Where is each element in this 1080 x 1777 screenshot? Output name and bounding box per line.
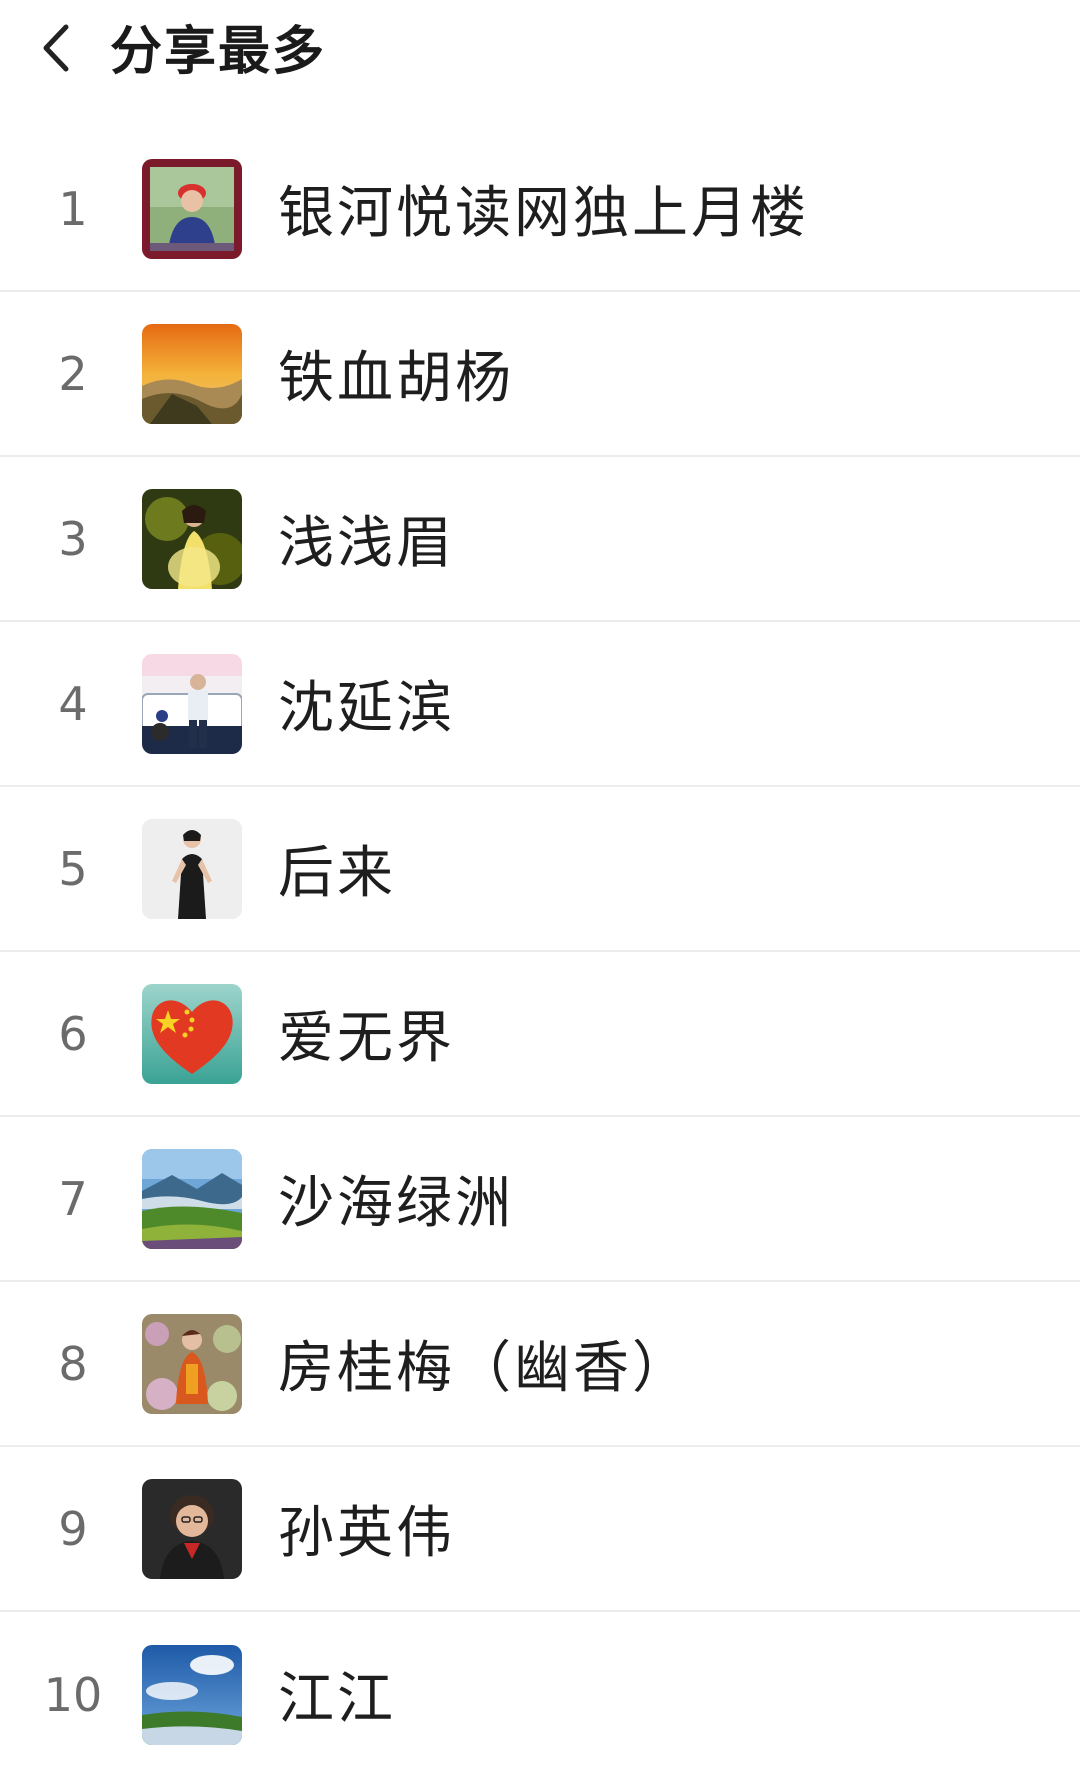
user-name: 沙海绿洲 — [278, 1171, 514, 1236]
avatar — [142, 158, 242, 259]
user-name: 浅浅眉 — [278, 511, 455, 576]
user-name: 铁血胡杨 — [278, 346, 514, 411]
user-name: 银河悦读网独上月楼 — [278, 181, 809, 246]
rank-number: 10 — [43, 1667, 103, 1722]
user-name: 江江 — [278, 1667, 396, 1732]
ranking-row[interactable]: 5 后来 — [0, 787, 1080, 952]
back-button[interactable] — [30, 20, 80, 80]
china-flag-heart-icon — [142, 983, 242, 1084]
ranking-row[interactable]: 2 铁血胡杨 — [0, 292, 1080, 457]
ranking-list: 1 银河悦读网独上月楼 2 铁血胡杨 3 浅浅眉 4 沈延滨 5 后来 6 爱无… — [0, 127, 1080, 1777]
avatar — [142, 1478, 242, 1579]
ranking-row[interactable]: 1 银河悦读网独上月楼 — [0, 127, 1080, 292]
avatar — [142, 488, 242, 589]
ranking-row[interactable]: 10 江江 — [0, 1612, 1080, 1777]
rank-number: 5 — [58, 841, 88, 896]
ranking-row[interactable]: 6 爱无界 — [0, 952, 1080, 1117]
header-bar: 分享最多 — [0, 0, 1080, 110]
rank-number: 4 — [58, 676, 88, 731]
avatar — [142, 1148, 242, 1249]
ranking-row[interactable]: 9 孙英伟 — [0, 1447, 1080, 1612]
avatar — [142, 323, 242, 424]
rank-number: 1 — [58, 181, 88, 236]
elderly-woman-portrait-icon — [142, 1478, 242, 1579]
woman-black-dress-icon — [142, 818, 242, 919]
ranking-row[interactable]: 3 浅浅眉 — [0, 457, 1080, 622]
user-name: 爱无界 — [278, 1006, 455, 1071]
avatar — [142, 653, 242, 754]
portrait-red-hat-icon — [142, 158, 242, 259]
great-wall-sunset-icon — [142, 323, 242, 424]
user-name: 房桂梅（幽香） — [278, 1336, 691, 1401]
rank-number: 2 — [58, 346, 88, 401]
man-by-car-icon — [142, 653, 242, 754]
rank-number: 3 — [58, 511, 88, 566]
ranking-row[interactable]: 7 沙海绿洲 — [0, 1117, 1080, 1282]
girl-yellow-dress-icon — [142, 488, 242, 589]
ranking-row[interactable]: 4 沈延滨 — [0, 622, 1080, 787]
rank-number: 7 — [58, 1171, 88, 1226]
blue-sky-field-icon — [142, 1644, 242, 1745]
avatar — [142, 1313, 242, 1414]
rank-number: 6 — [58, 1006, 88, 1061]
user-name: 沈延滨 — [278, 676, 455, 741]
avatar — [142, 1644, 242, 1745]
chevron-left-icon — [38, 23, 72, 77]
woman-in-flowers-icon — [142, 1313, 242, 1414]
avatar — [142, 818, 242, 919]
user-name: 孙英伟 — [278, 1501, 455, 1566]
rank-number: 8 — [58, 1336, 88, 1391]
ranking-row[interactable]: 8 房桂梅（幽香） — [0, 1282, 1080, 1447]
user-name: 后来 — [278, 841, 396, 906]
avatar — [142, 983, 242, 1084]
rank-number: 9 — [58, 1501, 88, 1556]
mountain-landscape-icon — [142, 1148, 242, 1249]
page-title: 分享最多 — [110, 22, 327, 82]
